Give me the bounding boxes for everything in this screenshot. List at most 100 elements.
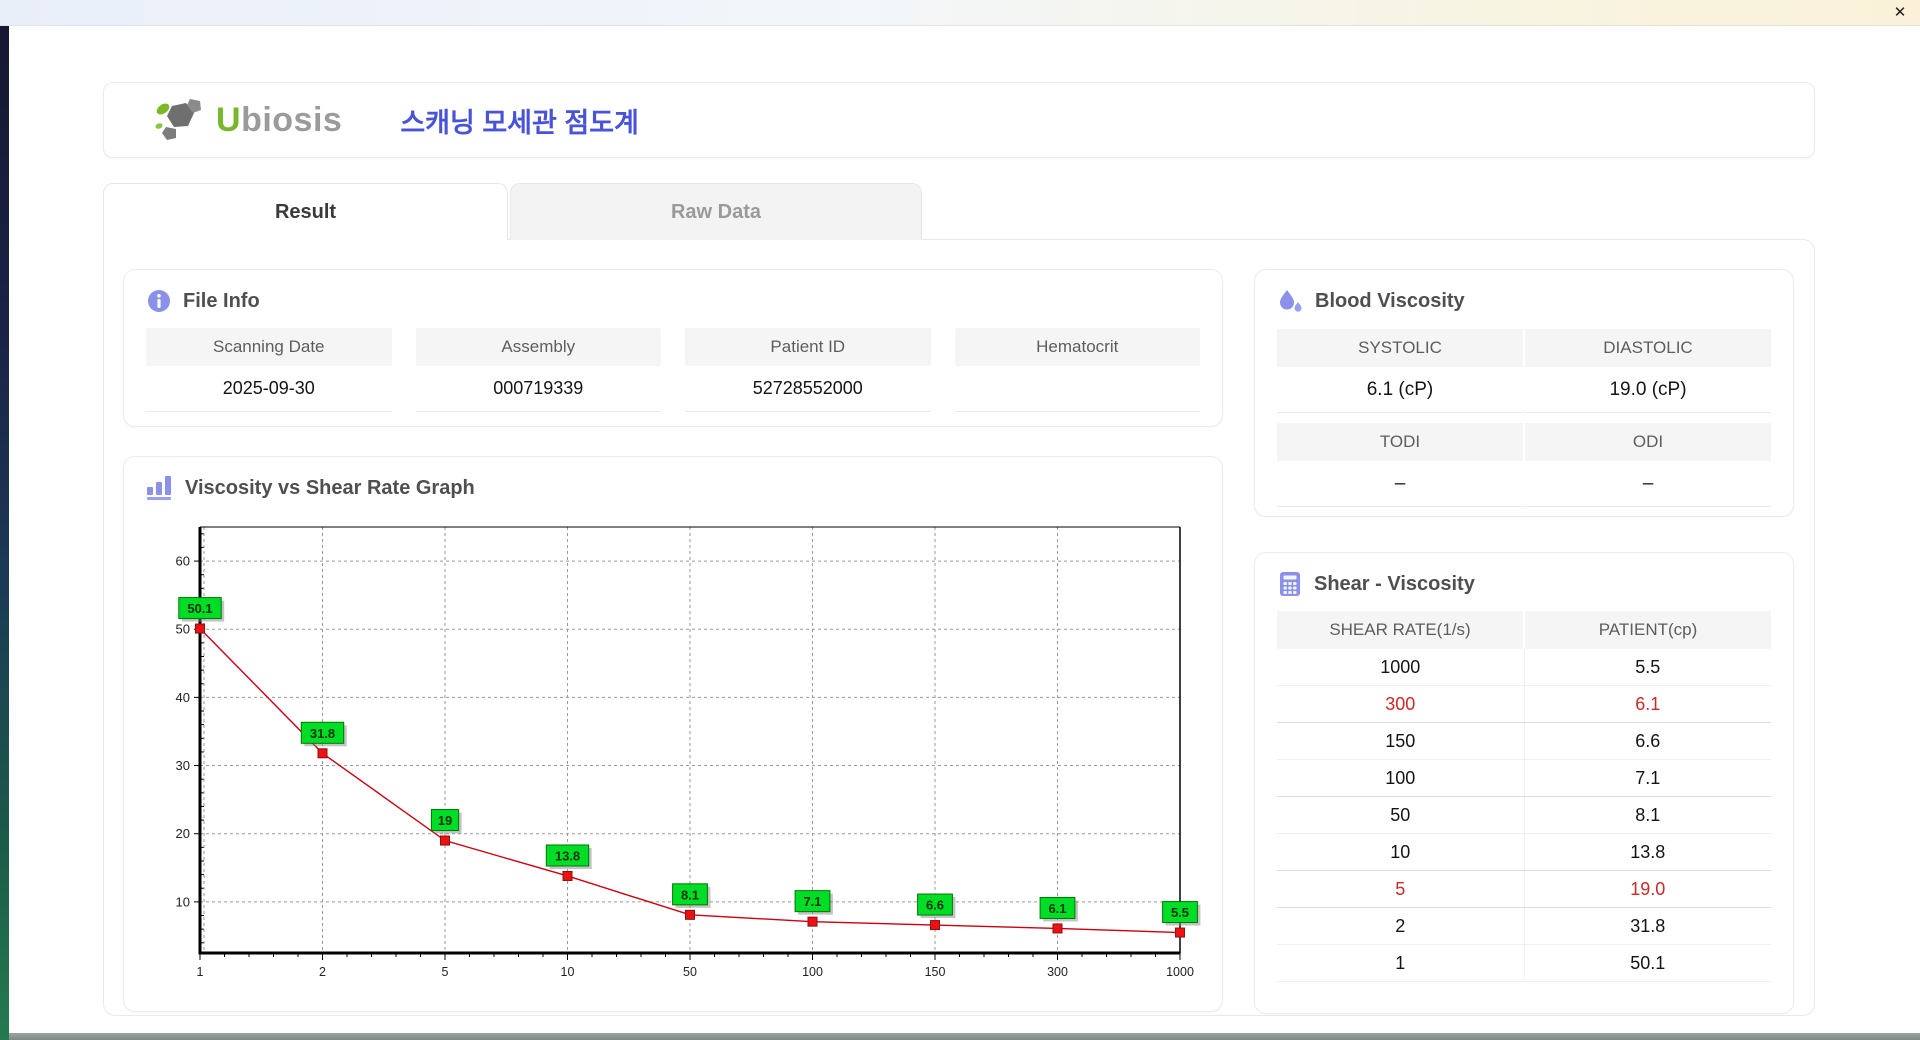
shear-column-header: PATIENT(cp): [1525, 611, 1771, 649]
data-point-label: 13.8: [555, 848, 580, 863]
patient-cell: 7.1: [1525, 760, 1772, 796]
table-row: 10005.5: [1277, 649, 1771, 686]
tab-raw-data[interactable]: Raw Data: [510, 183, 922, 240]
bv-metric: TODI–: [1277, 423, 1523, 507]
shear-rate-cell: 300: [1277, 686, 1525, 722]
shear-rate-cell: 10: [1277, 834, 1525, 870]
data-point-label: 50.1: [187, 601, 212, 616]
file-info-title: File Info: [183, 290, 260, 313]
bv-group: TODI–ODI–: [1277, 423, 1771, 507]
bv-group: SYSTOLIC6.1 (cP)DIASTOLIC19.0 (cP): [1277, 329, 1771, 413]
shear-viscosity-header: Shear - Viscosity: [1277, 571, 1771, 597]
svg-text:2: 2: [319, 965, 326, 979]
bv-metric-label: TODI: [1277, 423, 1523, 461]
window-titlebar: ✕: [0, 0, 1920, 26]
svg-text:50: 50: [683, 965, 697, 979]
ubiosis-logo-text: Ubiosis: [216, 101, 342, 140]
svg-text:60: 60: [176, 554, 190, 569]
patient-cell: 5.5: [1525, 649, 1772, 685]
bv-metric-label: DIASTOLIC: [1525, 329, 1771, 367]
file-info-fields: Scanning Date2025-09-30 Assembly000719339…: [146, 328, 1200, 412]
field-label: Hematocrit: [955, 328, 1201, 366]
data-point-label: 19: [438, 813, 452, 828]
app-title-korean: 스캐닝 모세관 점도계: [400, 101, 639, 140]
file-info-card: File Info Scanning Date2025-09-30 Assembl…: [123, 269, 1223, 427]
svg-text:1: 1: [197, 965, 204, 979]
patient-cell: 6.1: [1525, 686, 1772, 722]
graph-title: Viscosity vs Shear Rate Graph: [185, 477, 475, 500]
table-row: 1013.8: [1277, 834, 1771, 871]
table-calc-icon: [1277, 571, 1303, 597]
data-point-marker: [931, 921, 940, 930]
file-info-field: Patient ID52728552000: [685, 328, 931, 412]
data-point-marker: [686, 910, 695, 919]
data-point-marker: [1176, 928, 1185, 937]
data-point-marker: [808, 917, 817, 926]
field-label: Patient ID: [685, 328, 931, 366]
svg-text:30: 30: [176, 758, 190, 773]
shear-viscosity-card: Shear - Viscosity SHEAR RATE(1/s)PATIENT…: [1254, 552, 1794, 1014]
patient-cell: 31.8: [1525, 908, 1772, 944]
file-info-field: Scanning Date2025-09-30: [146, 328, 392, 412]
svg-text:50: 50: [176, 622, 190, 637]
svg-text:40: 40: [176, 690, 190, 705]
table-row: 3006.1: [1277, 686, 1771, 723]
data-point-marker: [563, 871, 572, 880]
blood-viscosity-card: Blood Viscosity SYSTOLIC6.1 (cP)DIASTOLI…: [1254, 269, 1794, 517]
field-label: Assembly: [416, 328, 662, 366]
data-point-label: 5.5: [1171, 905, 1189, 920]
svg-text:10: 10: [561, 965, 575, 979]
logo-rest: biosis: [241, 101, 342, 139]
patient-cell: 13.8: [1525, 834, 1772, 870]
bv-metric-value: 6.1 (cP): [1277, 367, 1523, 413]
bv-metric: DIASTOLIC19.0 (cP): [1525, 329, 1771, 413]
shear-rate-cell: 5: [1277, 871, 1525, 907]
table-row: 231.8: [1277, 908, 1771, 945]
table-row: 150.1: [1277, 945, 1771, 982]
data-point-label: 31.8: [310, 726, 335, 741]
field-value: 52728552000: [685, 366, 931, 412]
shear-table-body: 10005.53006.11506.61007.1508.11013.8519.…: [1277, 649, 1771, 982]
svg-text:20: 20: [176, 826, 190, 841]
shear-rate-cell: 100: [1277, 760, 1525, 796]
field-value: 000719339: [416, 366, 662, 412]
tab-result[interactable]: Result: [103, 183, 508, 240]
window-bottom-border: [9, 1033, 1920, 1040]
blood-viscosity-header: Blood Viscosity: [1277, 288, 1771, 315]
shear-rate-cell: 50: [1277, 797, 1525, 833]
svg-text:150: 150: [925, 965, 946, 979]
bv-metric-value: –: [1277, 461, 1523, 507]
viscosity-graph-card: Viscosity vs Shear Rate Graph 10 20 30 40 50…: [123, 456, 1223, 1012]
data-point-marker: [1053, 924, 1062, 933]
tab-bar: Result Raw Data: [103, 183, 922, 240]
field-value: 2025-09-30: [146, 366, 392, 412]
svg-text:10: 10: [176, 894, 190, 909]
data-point-marker: [441, 836, 450, 845]
patient-cell: 19.0: [1525, 871, 1772, 907]
bv-metric: ODI–: [1525, 423, 1771, 507]
file-info-field: Assembly000719339: [416, 328, 662, 412]
patient-cell: 8.1: [1525, 797, 1772, 833]
table-row: 1506.6: [1277, 723, 1771, 760]
window-close-icon[interactable]: ✕: [1890, 3, 1910, 23]
shear-viscosity-title: Shear - Viscosity: [1314, 573, 1475, 596]
bv-metric-label: ODI: [1525, 423, 1771, 461]
data-point-marker: [196, 624, 205, 633]
data-point-label: 6.6: [926, 898, 944, 913]
blood-viscosity-title: Blood Viscosity: [1315, 290, 1465, 313]
bar-chart-icon: [146, 475, 174, 501]
patient-cell: 50.1: [1525, 945, 1772, 981]
bv-metric-value: –: [1525, 461, 1771, 507]
ubiosis-logo-icon: [152, 96, 208, 144]
ubiosis-logo: Ubiosis: [152, 96, 342, 144]
desktop-edge-strip: [0, 26, 9, 1040]
data-point-label: 6.1: [1048, 901, 1066, 916]
shear-rate-cell: 150: [1277, 723, 1525, 759]
file-info-field: Hematocrit: [955, 328, 1201, 412]
bv-metric: SYSTOLIC6.1 (cP): [1277, 329, 1523, 413]
data-point-label: 7.1: [803, 894, 821, 909]
bv-metric-label: SYSTOLIC: [1277, 329, 1523, 367]
table-row: 519.0: [1277, 871, 1771, 908]
shear-rate-cell: 2: [1277, 908, 1525, 944]
svg-text:300: 300: [1047, 965, 1068, 979]
